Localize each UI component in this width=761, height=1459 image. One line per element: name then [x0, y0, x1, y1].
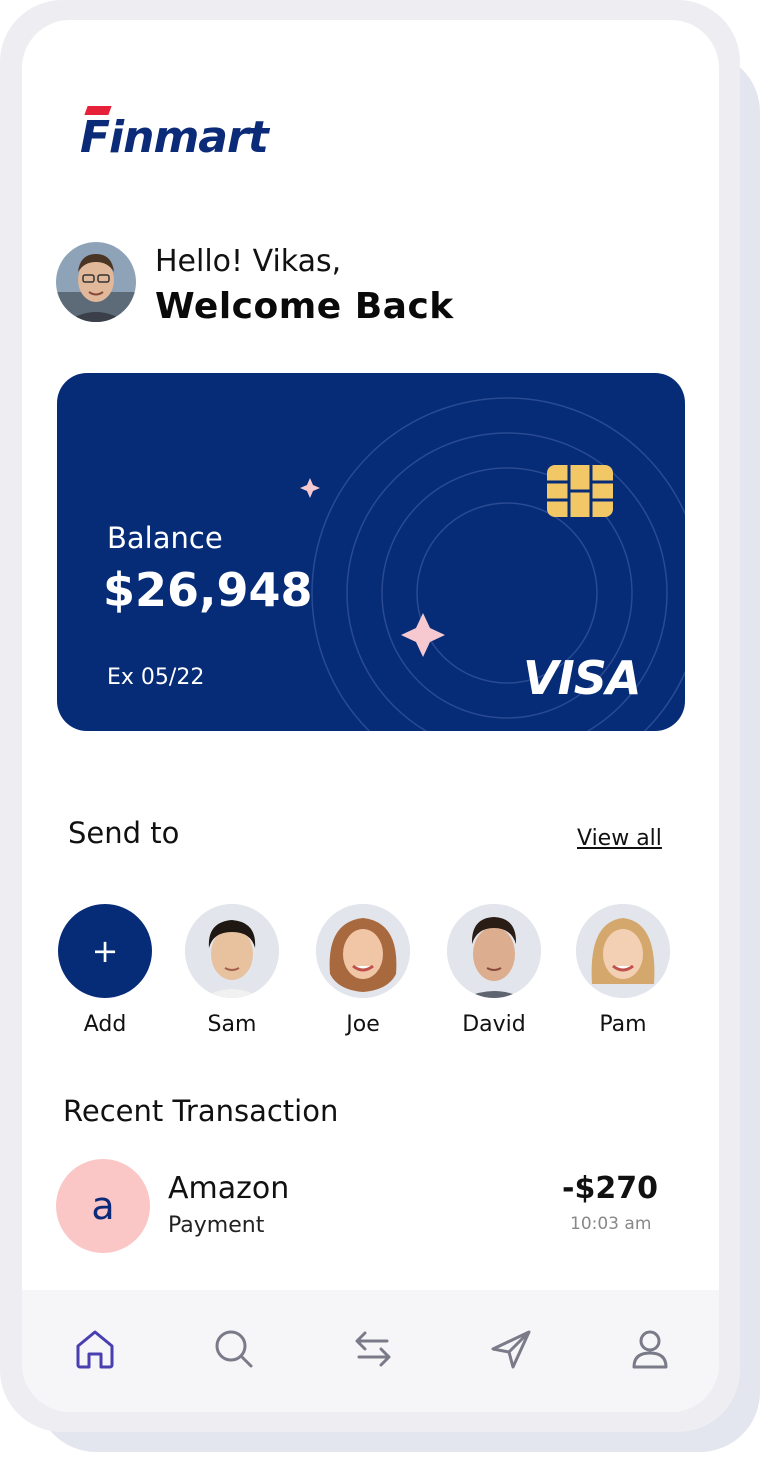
- brand-logo: Finmart: [80, 106, 269, 163]
- balance-card[interactable]: Balance $26,948 Ex 05/22 VISA: [57, 373, 685, 731]
- greeting-welcome: Welcome Back: [155, 286, 454, 327]
- send-icon: [491, 1330, 531, 1369]
- contact-avatar: [185, 904, 279, 998]
- contact-avatar: [447, 904, 541, 998]
- balance-label: Balance: [107, 521, 223, 555]
- add-contact-button[interactable]: +: [58, 904, 152, 998]
- transaction-avatar: a: [56, 1159, 150, 1253]
- contact-add[interactable]: + Add: [55, 904, 155, 1037]
- greeting-hello: Hello! Vikas,: [155, 244, 342, 279]
- contact-sam[interactable]: Sam: [182, 904, 282, 1037]
- contact-name: Joe: [346, 1012, 380, 1037]
- search-icon: [215, 1330, 253, 1368]
- balance-value: $26,948: [103, 563, 313, 617]
- phone-frame: Finmart Hello! Vikas, Welcome Back Balan…: [0, 0, 740, 1432]
- nav-search-button[interactable]: [211, 1326, 257, 1372]
- card-expiry: Ex 05/22: [107, 665, 205, 690]
- bottom-nav: [22, 1290, 719, 1412]
- nav-send-button[interactable]: [488, 1326, 534, 1372]
- transaction-time: 10:03 am: [570, 1214, 652, 1234]
- contact-name: David: [462, 1012, 526, 1037]
- user-avatar[interactable]: [56, 242, 136, 322]
- contact-joe[interactable]: Joe: [313, 904, 413, 1037]
- contact-david[interactable]: David: [444, 904, 544, 1037]
- contact-name: Sam: [207, 1012, 257, 1037]
- recent-transaction-title: Recent Transaction: [63, 1094, 339, 1128]
- view-all-link[interactable]: View all: [577, 826, 662, 851]
- app-screen: Finmart Hello! Vikas, Welcome Back Balan…: [22, 20, 719, 1412]
- transaction-amount: -$270: [562, 1171, 658, 1206]
- transaction-name[interactable]: Amazon: [168, 1171, 289, 1206]
- plus-icon: +: [91, 932, 119, 970]
- contact-name: Add: [83, 1012, 127, 1037]
- visa-logo: VISA: [523, 651, 641, 705]
- contact-avatar: [576, 904, 670, 998]
- contact-avatar: [316, 904, 410, 998]
- nav-profile-button[interactable]: [627, 1326, 673, 1372]
- home-icon: [76, 1330, 114, 1369]
- nav-transfer-button[interactable]: [350, 1326, 396, 1372]
- chip-icon: [547, 465, 613, 521]
- send-to-title: Send to: [68, 816, 180, 850]
- nav-home-button[interactable]: [72, 1326, 118, 1372]
- contact-name: Pam: [599, 1012, 647, 1037]
- profile-icon: [632, 1330, 668, 1369]
- contact-pam[interactable]: Pam: [573, 904, 673, 1037]
- transaction-type: Payment: [168, 1213, 265, 1238]
- transfer-icon: [355, 1331, 391, 1367]
